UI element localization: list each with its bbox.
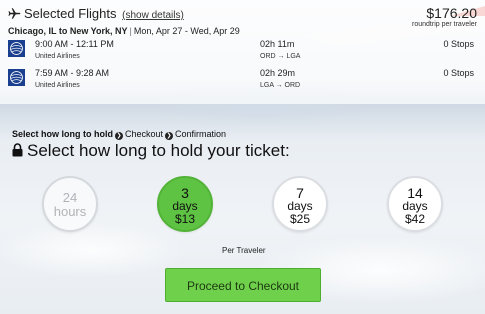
price-note: roundtrip per traveler (412, 21, 477, 28)
flight-stops: 0 Stops (443, 39, 474, 49)
title-text: Selected Flights (24, 6, 117, 21)
flight-row-return: 7:59 AM - 9:28 AM United Airlines 02h 29… (8, 68, 478, 98)
united-logo-icon (8, 69, 25, 86)
show-details-link[interactable]: (show details) (122, 10, 184, 21)
flight-row-outbound: 9:00 AM - 12:11 PM United Airlines 02h 1… (8, 39, 478, 69)
hold-option-24-hours[interactable]: 24 hours (42, 176, 98, 232)
route-text: Chicago, IL to New York, NY (8, 26, 128, 36)
selected-flights-panel: Selected Flights (show details) $176.20 … (0, 0, 485, 104)
total-price: $176.20 (426, 5, 477, 21)
hold-price: $42 (404, 212, 426, 226)
per-traveler-label: Per Traveler (222, 246, 266, 255)
flight-duration: 02h 29m (260, 68, 296, 78)
hold-duration-options: 24 hours 3 days $13 7 days $25 14 days $… (0, 174, 485, 236)
step-confirmation: Confirmation (175, 129, 227, 139)
hold-price: $13 (174, 212, 196, 226)
chevron-right-icon: ❯ (115, 132, 123, 140)
progress-breadcrumb: Select how long to hold ❯ Checkout ❯ Confirm… (12, 129, 226, 140)
step-current: Select how long to hold (12, 129, 113, 139)
hold-unit: hours (53, 204, 87, 219)
flight-times: 7:59 AM - 9:28 AM (35, 68, 110, 78)
united-logo-icon (8, 40, 25, 57)
hold-option-3-days[interactable]: 3 days $13 (157, 176, 213, 232)
selected-flights-title: Selected Flights (show details) (8, 6, 184, 21)
page-title-text: Select how long to hold your ticket: (27, 141, 290, 160)
lock-icon (12, 143, 23, 157)
flight-stops: 0 Stops (443, 68, 474, 78)
page-title: Select how long to hold your ticket: (12, 141, 290, 161)
airline-name: United Airlines (35, 53, 80, 60)
travel-dates: Mon, Apr 27 - Wed, Apr 29 (133, 26, 240, 36)
hold-option-7-days[interactable]: 7 days $25 (272, 176, 328, 232)
flight-airports: ORD → LGA (260, 53, 301, 60)
proceed-to-checkout-button[interactable]: Proceed to Checkout (165, 268, 321, 302)
hold-option-14-days[interactable]: 14 days $42 (387, 176, 443, 232)
flight-duration: 02h 11m (260, 39, 295, 49)
chevron-right-icon: ❯ (165, 132, 174, 140)
plane-icon (8, 8, 21, 19)
airline-name: United Airlines (35, 82, 80, 89)
hold-amount: 24 (62, 190, 78, 205)
flight-times: 9:00 AM - 12:11 PM (35, 39, 114, 49)
flight-airports: LGA → ORD (260, 82, 301, 89)
trip-summary: Chicago, IL to New York, NY | Mon, Apr 27 … (8, 26, 240, 36)
hold-price: $25 (289, 212, 311, 226)
step-checkout: Checkout (125, 129, 164, 139)
